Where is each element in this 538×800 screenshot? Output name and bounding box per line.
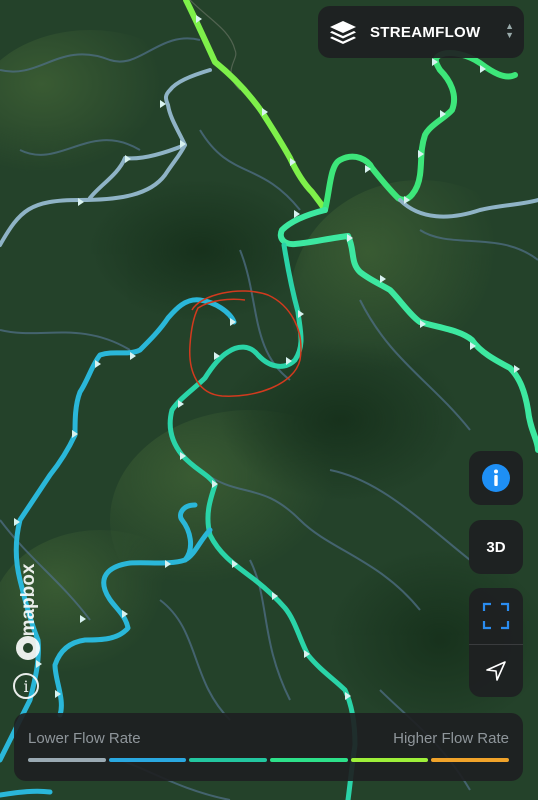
info-button[interactable] bbox=[469, 451, 523, 505]
streamflow-layer-selector[interactable]: STREAMFLOW ▲ ▼ bbox=[318, 6, 524, 58]
fullscreen-button[interactable] bbox=[469, 588, 523, 644]
info-icon bbox=[482, 464, 510, 492]
legend-swatch-2 bbox=[189, 758, 268, 762]
location-arrow-icon bbox=[486, 661, 506, 681]
locate-me-button[interactable] bbox=[469, 644, 523, 697]
legend-high-label: Higher Flow Rate bbox=[393, 730, 509, 747]
svg-text:mapbox: mapbox bbox=[18, 563, 39, 636]
chevron-up-down-icon: ▲ ▼ bbox=[505, 21, 514, 40]
legend-swatch-3 bbox=[270, 758, 348, 762]
map-canvas[interactable] bbox=[0, 0, 538, 800]
legend-swatch-4 bbox=[350, 758, 429, 762]
legend-swatch-1 bbox=[108, 758, 187, 762]
legend-swatch-0 bbox=[28, 758, 106, 762]
layers-icon bbox=[330, 21, 356, 44]
legend-low-label: Lower Flow Rate bbox=[28, 730, 141, 747]
three-d-toggle-button[interactable]: 3D bbox=[469, 520, 523, 574]
attribution-info-icon[interactable]: i bbox=[13, 673, 39, 699]
fullscreen-icon bbox=[482, 602, 510, 630]
legend-swatch-5 bbox=[431, 758, 510, 762]
layer-selector-label: STREAMFLOW bbox=[370, 23, 481, 41]
flow-rate-legend: Lower Flow Rate Higher Flow Rate bbox=[14, 713, 523, 781]
three-d-label: 3D bbox=[486, 538, 506, 556]
legend-color-scale bbox=[28, 758, 510, 762]
mapbox-logo: mapbox bbox=[16, 563, 40, 660]
